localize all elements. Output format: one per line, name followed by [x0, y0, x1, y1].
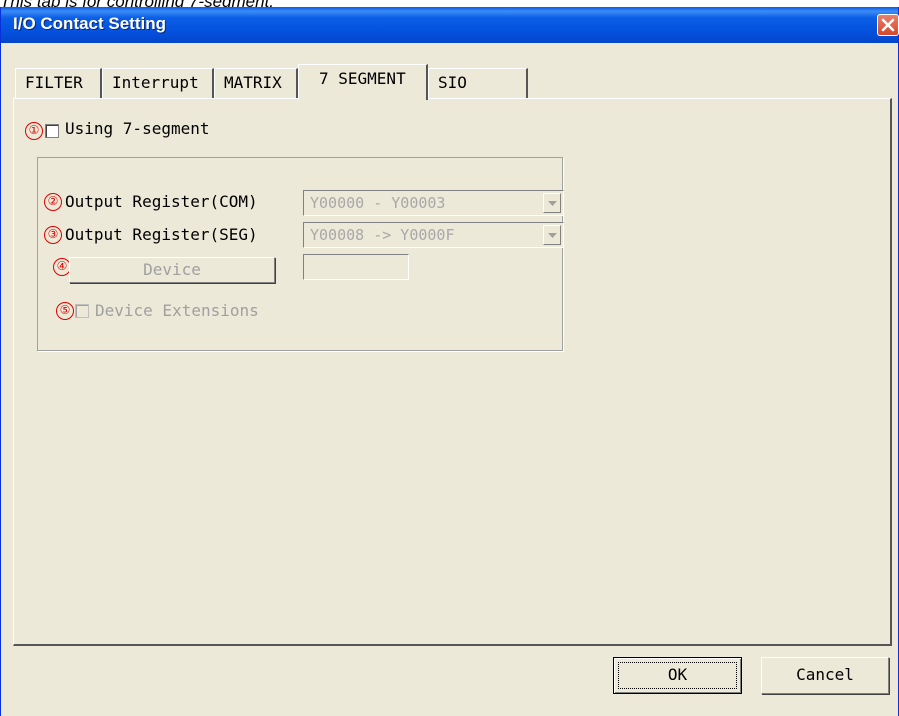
title-bar[interactable]: I/O Contact Setting: [1, 7, 899, 43]
output-register-com-label: Output Register(COM): [65, 192, 258, 211]
marker-3: ③: [44, 226, 62, 244]
device-extensions-checkbox[interactable]: [75, 304, 89, 318]
output-register-seg-value: Y00008 -> Y0000F: [310, 226, 455, 244]
output-register-seg-select[interactable]: Y00008 -> Y0000F: [303, 222, 564, 248]
dialog-window: I/O Contact Setting FILTER Interrupt MAT…: [0, 7, 899, 716]
close-icon: [881, 18, 895, 32]
tab-filter[interactable]: FILTER: [15, 68, 102, 98]
com-dropdown-button[interactable]: [543, 193, 561, 213]
output-register-com-value: Y00000 - Y00003: [310, 194, 446, 212]
output-register-seg-label: Output Register(SEG): [65, 225, 258, 244]
marker-2: ②: [44, 193, 62, 211]
cancel-button[interactable]: Cancel: [761, 657, 889, 694]
device-input[interactable]: [303, 254, 409, 280]
ok-button-label: OK: [667, 665, 688, 684]
ok-button[interactable]: OK: [613, 657, 742, 694]
window-title: I/O Contact Setting: [13, 14, 166, 33]
close-button[interactable]: [877, 14, 899, 36]
device-button[interactable]: Device: [69, 257, 275, 283]
using-7-segment-label: Using 7-segment: [65, 119, 210, 138]
tab-interrupt[interactable]: Interrupt: [102, 68, 214, 98]
chevron-down-icon: [548, 233, 557, 238]
tab-matrix[interactable]: MATRIX: [214, 68, 298, 98]
device-extensions-label: Device Extensions: [95, 301, 259, 320]
chevron-down-icon: [548, 201, 557, 206]
segment-settings-group: [37, 157, 563, 351]
tab-sio[interactable]: SIO: [428, 68, 528, 98]
seg-dropdown-button[interactable]: [543, 225, 561, 245]
tab-7-segment[interactable]: 7 SEGMENT: [298, 64, 428, 100]
marker-5: ⑤: [56, 302, 74, 320]
marker-1: ①: [25, 122, 43, 140]
output-register-com-select[interactable]: Y00000 - Y00003: [303, 190, 564, 216]
using-7-segment-checkbox[interactable]: [45, 124, 59, 138]
